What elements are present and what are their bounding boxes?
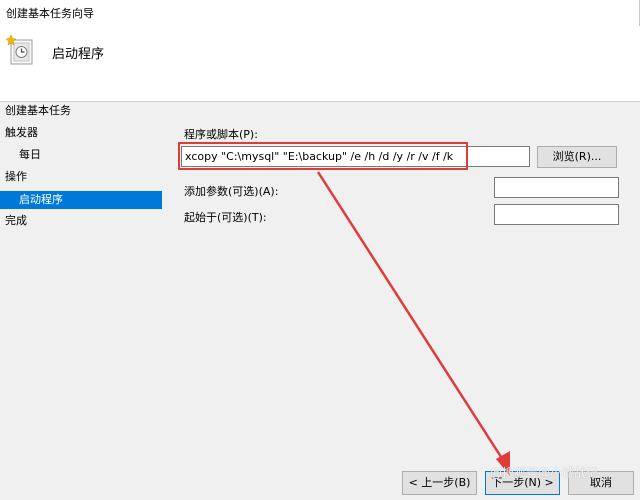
program-label: 程序或脚本(P): [184, 128, 258, 141]
watermark-text: @搜狐号@小城战记 [490, 466, 599, 480]
step-trigger[interactable]: 触发器 [5, 124, 38, 142]
wizard-header: 启动程序 [0, 26, 640, 102]
start-in-label: 起始于(可选)(T): [184, 211, 267, 224]
step-daily[interactable]: 每日 [19, 146, 41, 164]
args-label: 添加参数(可选)(A): [184, 185, 279, 198]
browse-button[interactable]: 浏览(R)... [537, 146, 617, 168]
step-create-basic-task[interactable]: 创建基本任务 [5, 102, 71, 120]
step-action[interactable]: 操作 [5, 168, 27, 186]
page-heading: 启动程序 [52, 47, 105, 62]
back-button[interactable]: < 上一步(B) [402, 471, 477, 495]
step-start-program[interactable]: 启动程序 [0, 191, 162, 209]
step-sidebar: 创建基本任务 触发器 每日 操作 启动程序 完成 [0, 102, 165, 500]
task-clock-icon [6, 34, 33, 65]
window-title: 创建基本任务向导 [6, 7, 94, 20]
start-in-input[interactable] [494, 204, 619, 225]
args-input[interactable] [494, 177, 619, 198]
annotation-highlight-box [178, 142, 468, 170]
title-bar: 创建基本任务向导 [0, 0, 640, 100]
step-finish[interactable]: 完成 [5, 212, 27, 230]
